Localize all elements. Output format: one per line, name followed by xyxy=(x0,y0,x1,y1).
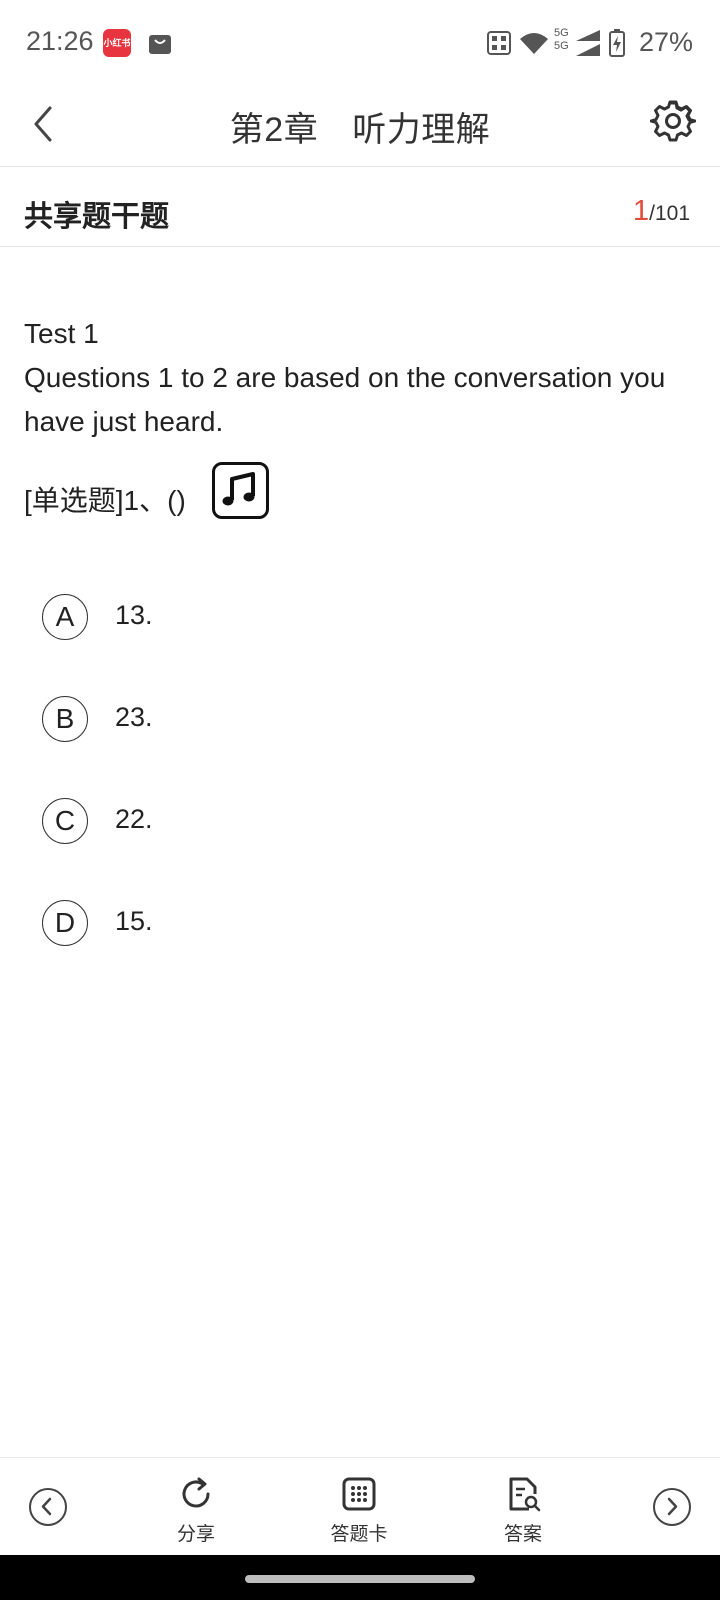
answer-card-label: 答题卡 xyxy=(330,1524,388,1545)
current-question-number: 1 xyxy=(632,195,650,227)
option-text: 13. xyxy=(115,600,153,630)
previous-question-button[interactable] xyxy=(29,1488,67,1526)
bottom-toolbar: 分享 答题卡 答案 xyxy=(0,1457,720,1556)
next-question-button[interactable] xyxy=(653,1488,691,1526)
music-note-icon xyxy=(222,472,255,506)
xiaohongshu-notification-icon: 小红书 xyxy=(103,29,131,57)
option-text: 22. xyxy=(115,804,153,834)
shopping-bag-icon xyxy=(149,35,171,54)
answer-button[interactable]: 答案 xyxy=(478,1476,568,1546)
chevron-left-icon xyxy=(41,1497,52,1516)
answer-card-button[interactable]: 答题卡 xyxy=(314,1476,404,1546)
option-letter: C xyxy=(42,798,88,844)
section-title: 共享题干题 xyxy=(24,201,170,233)
passage-body: Questions 1 to 2 are based on the conver… xyxy=(24,362,666,437)
question-counter: 1/101 xyxy=(633,195,690,228)
option-text: 23. xyxy=(115,702,153,732)
option-letter: B xyxy=(42,696,88,742)
chevron-right-icon xyxy=(667,1497,678,1516)
answer-label: 答案 xyxy=(503,1524,542,1545)
option-letter: D xyxy=(42,900,88,946)
document-search-icon xyxy=(509,1477,541,1512)
nfc-icon xyxy=(487,31,511,55)
section-divider xyxy=(0,246,720,247)
share-button[interactable]: 分享 xyxy=(151,1476,241,1546)
battery-percentage: 27% xyxy=(638,27,693,57)
network-type-label: 5G 5G xyxy=(554,27,569,52)
total-questions: /101 xyxy=(649,202,690,225)
signal-icon xyxy=(576,30,600,56)
header-divider xyxy=(0,166,720,167)
share-refresh-icon xyxy=(182,1477,210,1508)
share-label: 分享 xyxy=(176,1524,215,1545)
audio-play-button[interactable] xyxy=(212,462,269,519)
battery-icon xyxy=(609,29,625,57)
question-passage: Test 1 Questions 1 to 2 are based on the… xyxy=(24,312,694,444)
page-title: 第2章 听力理解 xyxy=(229,111,491,149)
grid-icon xyxy=(342,1477,376,1511)
option-letter: A xyxy=(42,594,88,640)
status-time: 21:26 xyxy=(26,26,94,56)
question-type-label: [单选题]1、() xyxy=(24,485,186,516)
wifi-icon xyxy=(520,33,548,54)
option-text: 15. xyxy=(115,906,153,936)
gear-icon[interactable] xyxy=(650,98,696,144)
home-gesture-bar[interactable] xyxy=(245,1575,475,1583)
passage-title: Test 1 xyxy=(24,318,99,349)
